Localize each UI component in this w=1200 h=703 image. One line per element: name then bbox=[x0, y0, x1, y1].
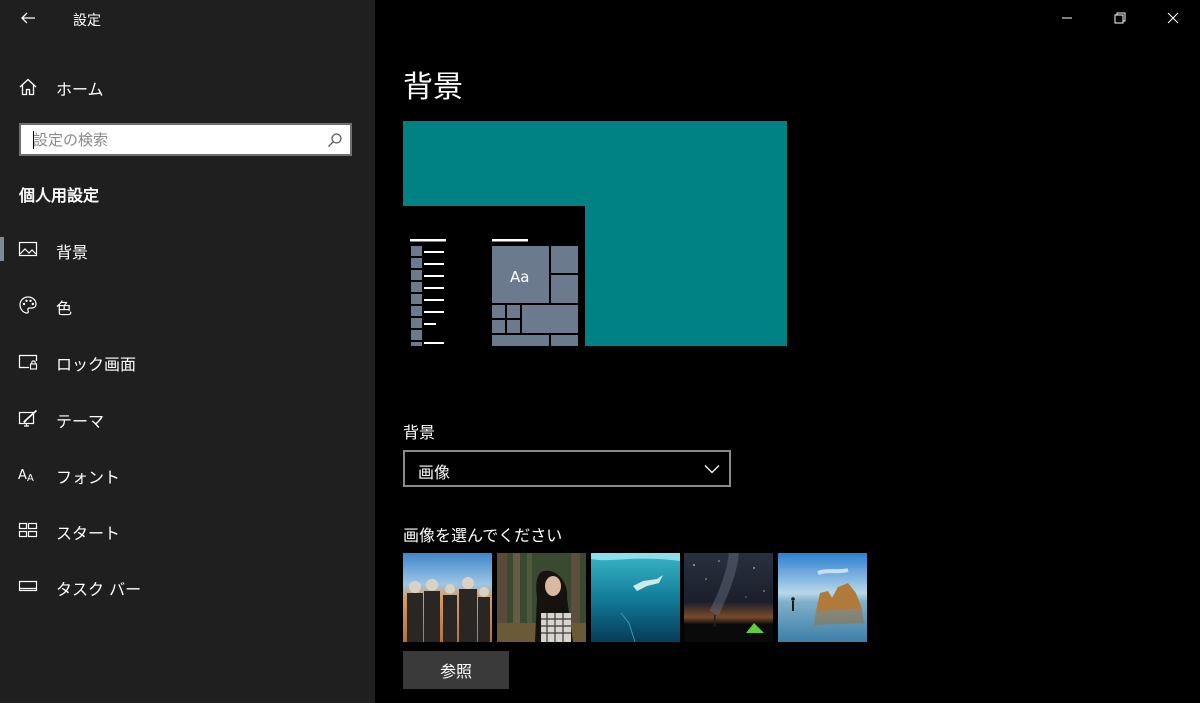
selection-indicator bbox=[0, 237, 4, 261]
restore-icon bbox=[1114, 12, 1126, 24]
close-button[interactable] bbox=[1150, 0, 1196, 36]
woman-forest-thumbnail bbox=[497, 553, 586, 642]
text-caret bbox=[33, 131, 34, 149]
night-sky-tent-thumbnail bbox=[684, 553, 773, 642]
home-link[interactable]: ホーム bbox=[0, 70, 375, 102]
dropdown-value: 画像 bbox=[418, 463, 451, 482]
close-icon bbox=[1167, 12, 1179, 24]
sidebar: 設定 ホーム 個人用設定 背景 色 bbox=[0, 0, 375, 703]
start-icon bbox=[18, 522, 38, 538]
thumbnail-beach-rocks[interactable] bbox=[778, 553, 867, 642]
svg-text:A: A bbox=[27, 473, 34, 484]
home-icon bbox=[19, 78, 37, 96]
page-title: 背景 bbox=[403, 70, 463, 105]
theme-icon bbox=[18, 409, 38, 427]
chevron-down-icon bbox=[704, 465, 720, 474]
palette-icon bbox=[19, 296, 37, 314]
thumbnail-night-sky-tent[interactable] bbox=[684, 553, 773, 642]
back-arrow-icon bbox=[21, 12, 35, 24]
sidebar-item-label: 色 bbox=[56, 299, 73, 318]
font-icon: A A bbox=[18, 468, 34, 484]
minimize-icon bbox=[1062, 17, 1072, 19]
app-title: 設定 bbox=[73, 13, 101, 29]
browse-button[interactable]: 参照 bbox=[403, 651, 509, 689]
search-icon[interactable] bbox=[327, 132, 343, 148]
background-field-label: 背景 bbox=[403, 423, 436, 442]
sidebar-item-lock-screen[interactable]: ロック画面 bbox=[0, 341, 375, 381]
background-type-dropdown[interactable]: 画像 bbox=[403, 450, 731, 487]
desktop-preview: Aa bbox=[403, 121, 787, 346]
underwater-swimmer-thumbnail bbox=[591, 553, 680, 642]
sidebar-item-label: テーマ bbox=[56, 412, 105, 431]
section-heading: 個人用設定 bbox=[19, 186, 100, 205]
sidebar-item-colors[interactable]: 色 bbox=[0, 285, 375, 325]
sidebar-item-taskbar[interactable]: タスク バー bbox=[0, 566, 375, 606]
band-photo-thumbnail bbox=[403, 553, 492, 642]
svg-text:A: A bbox=[18, 468, 27, 483]
preview-tile-text: Aa bbox=[510, 268, 530, 286]
search-box[interactable] bbox=[19, 123, 352, 156]
choose-picture-label: 画像を選んでください bbox=[403, 526, 563, 545]
beach-rocks-thumbnail bbox=[778, 553, 867, 642]
sidebar-item-themes[interactable]: テーマ bbox=[0, 398, 375, 438]
sidebar-item-fonts[interactable]: A A フォント bbox=[0, 454, 375, 494]
home-label: ホーム bbox=[56, 80, 104, 99]
sidebar-item-label: タスク バー bbox=[56, 580, 142, 599]
start-menu-preview: Aa bbox=[403, 206, 585, 346]
sidebar-item-start[interactable]: スタート bbox=[0, 510, 375, 550]
thumbnail-woman-forest[interactable] bbox=[497, 553, 586, 642]
sidebar-item-label: ロック画面 bbox=[56, 355, 137, 374]
sidebar-item-label: スタート bbox=[56, 524, 121, 543]
thumbnail-band-photo[interactable] bbox=[403, 553, 492, 642]
start-menu-mock-icon bbox=[410, 239, 578, 346]
taskbar-icon bbox=[18, 580, 38, 592]
back-button[interactable] bbox=[14, 4, 42, 32]
lock-screen-icon bbox=[18, 354, 38, 370]
sidebar-item-background[interactable]: 背景 bbox=[0, 229, 375, 269]
thumbnail-underwater-swimmer[interactable] bbox=[591, 553, 680, 642]
minimize-button[interactable] bbox=[1044, 0, 1090, 36]
restore-button[interactable] bbox=[1097, 0, 1143, 36]
picture-icon bbox=[18, 241, 38, 257]
search-input[interactable] bbox=[21, 125, 321, 154]
sidebar-item-label: フォント bbox=[56, 468, 121, 487]
sidebar-item-label: 背景 bbox=[56, 243, 89, 262]
